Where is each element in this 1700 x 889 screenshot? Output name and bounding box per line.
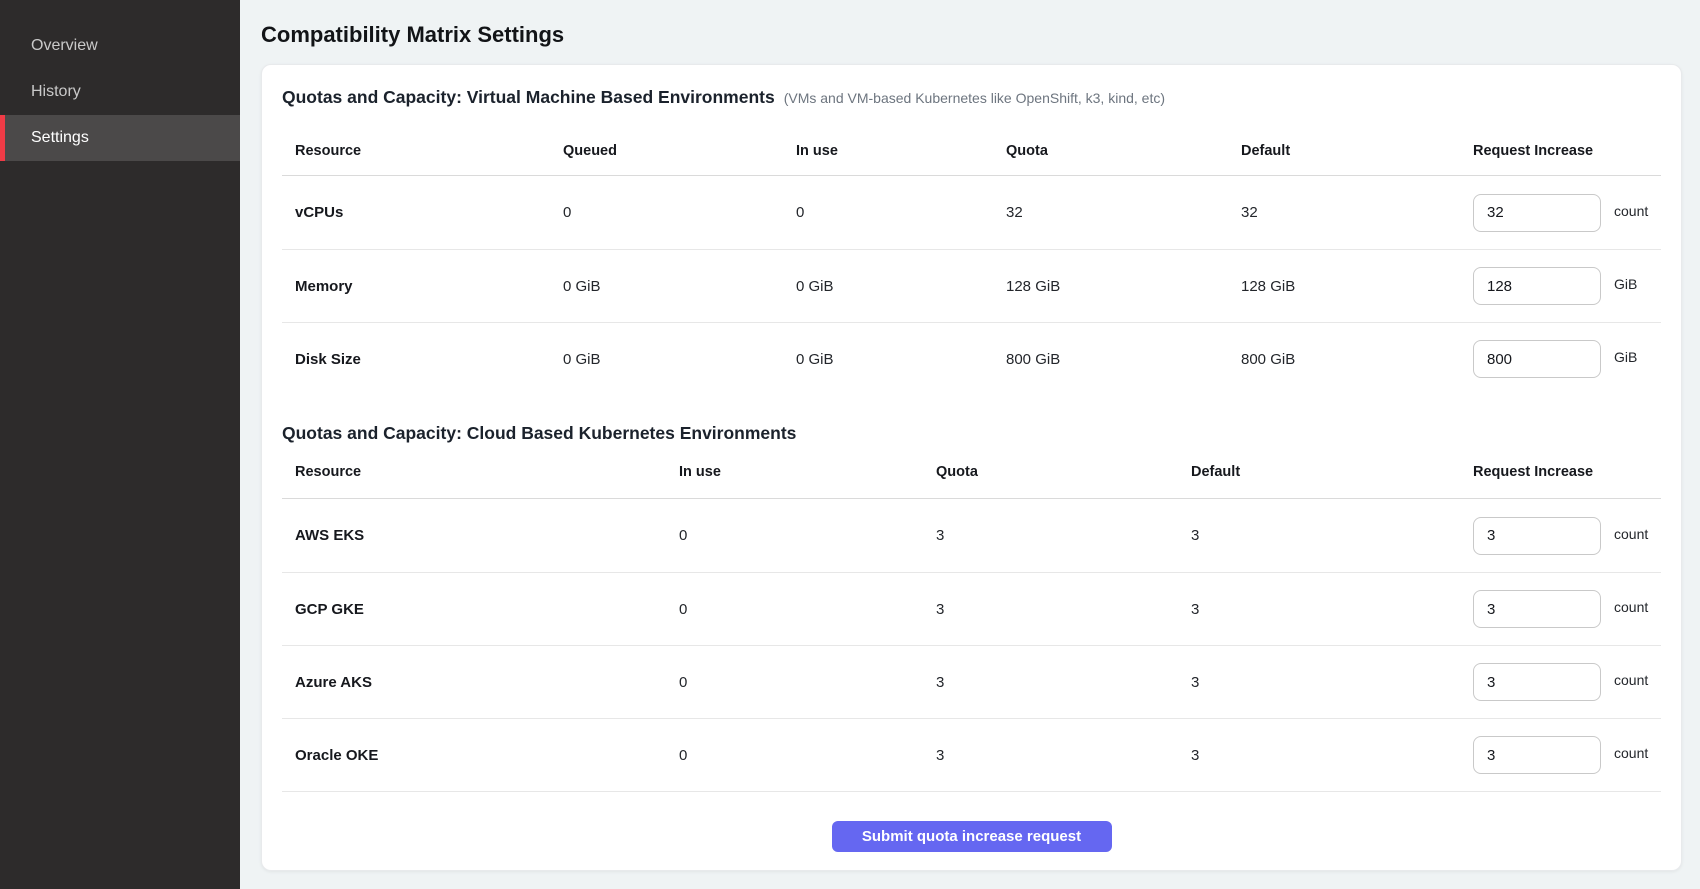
column-header-request-increase: Request Increase <box>1473 464 1661 480</box>
in-use-value: 0 <box>679 527 936 544</box>
request-increase-input[interactable] <box>1473 517 1601 555</box>
section-cloud-header: Quotas and Capacity: Cloud Based Kuberne… <box>282 423 1661 444</box>
request-increase-input[interactable] <box>1473 267 1601 305</box>
page-title: Compatibility Matrix Settings <box>261 22 1682 48</box>
unit-label: count <box>1614 203 1648 219</box>
quota-value: 128 GiB <box>1006 278 1241 295</box>
column-header-resource: Resource <box>295 464 679 480</box>
table-row: Disk Size 0 GiB 0 GiB 800 GiB 800 GiB Gi… <box>282 322 1661 395</box>
section-vm-subtitle: (VMs and VM-based Kubernetes like OpenSh… <box>784 90 1165 106</box>
table-row: Oracle OKE 0 3 3 count <box>282 718 1661 791</box>
section-vm-title: Quotas and Capacity: Virtual Machine Bas… <box>282 87 775 108</box>
queued-value: 0 GiB <box>563 351 796 368</box>
table-row: GCP GKE 0 3 3 count <box>282 572 1661 645</box>
vm-table-header: Resource Queued In use Quota Default Req… <box>282 108 1661 176</box>
quota-value: 3 <box>936 674 1191 691</box>
resource-name: GCP GKE <box>295 601 679 618</box>
request-increase-input[interactable] <box>1473 663 1601 701</box>
default-value: 128 GiB <box>1241 278 1473 295</box>
unit-label: count <box>1614 599 1648 615</box>
in-use-value: 0 GiB <box>796 278 1006 295</box>
table-row: vCPUs 0 0 32 32 count <box>282 176 1661 249</box>
request-increase-input[interactable] <box>1473 340 1601 378</box>
quota-value: 3 <box>936 527 1191 544</box>
resource-name: Memory <box>295 278 563 295</box>
section-vm-header: Quotas and Capacity: Virtual Machine Bas… <box>282 87 1661 108</box>
settings-card: Quotas and Capacity: Virtual Machine Bas… <box>261 64 1682 871</box>
quota-value: 3 <box>936 601 1191 618</box>
cloud-table-header: Resource In use Quota Default Request In… <box>282 444 1661 499</box>
quota-value: 3 <box>936 747 1191 764</box>
unit-label: GiB <box>1614 349 1637 365</box>
in-use-value: 0 <box>679 747 936 764</box>
table-row: Memory 0 GiB 0 GiB 128 GiB 128 GiB GiB <box>282 249 1661 322</box>
request-increase-input[interactable] <box>1473 736 1601 774</box>
sidebar-item-label: Overview <box>31 37 98 55</box>
column-header-default: Default <box>1241 143 1473 159</box>
sidebar: Overview History Settings <box>0 0 240 889</box>
request-increase-input[interactable] <box>1473 194 1601 232</box>
main-content: Compatibility Matrix Settings Quotas and… <box>240 0 1700 889</box>
column-header-in-use: In use <box>679 464 936 480</box>
in-use-value: 0 <box>796 204 1006 221</box>
column-header-resource: Resource <box>295 143 563 159</box>
default-value: 3 <box>1191 674 1473 691</box>
sidebar-item-label: Settings <box>31 129 89 147</box>
column-header-request-increase: Request Increase <box>1473 143 1661 159</box>
queued-value: 0 GiB <box>563 278 796 295</box>
card-footer: Submit quota increase request <box>282 791 1661 852</box>
default-value: 3 <box>1191 747 1473 764</box>
resource-name: Disk Size <box>295 351 563 368</box>
sidebar-item-history[interactable]: History <box>0 69 240 115</box>
column-header-queued: Queued <box>563 143 796 159</box>
unit-label: GiB <box>1614 276 1637 292</box>
sidebar-item-label: History <box>31 83 81 101</box>
in-use-value: 0 <box>679 601 936 618</box>
column-header-default: Default <box>1191 464 1473 480</box>
unit-label: count <box>1614 526 1648 542</box>
queued-value: 0 <box>563 204 796 221</box>
resource-name: AWS EKS <box>295 527 679 544</box>
column-header-quota: Quota <box>936 464 1191 480</box>
resource-name: Azure AKS <box>295 674 679 691</box>
unit-label: count <box>1614 672 1648 688</box>
default-value: 3 <box>1191 601 1473 618</box>
table-row: Azure AKS 0 3 3 count <box>282 645 1661 718</box>
table-row: AWS EKS 0 3 3 count <box>282 499 1661 572</box>
column-header-quota: Quota <box>1006 143 1241 159</box>
sidebar-item-settings[interactable]: Settings <box>0 115 240 161</box>
in-use-value: 0 <box>679 674 936 691</box>
default-value: 3 <box>1191 527 1473 544</box>
section-cloud-title: Quotas and Capacity: Cloud Based Kuberne… <box>282 423 796 444</box>
quota-value: 32 <box>1006 204 1241 221</box>
resource-name: Oracle OKE <box>295 747 679 764</box>
resource-name: vCPUs <box>295 204 563 221</box>
default-value: 800 GiB <box>1241 351 1473 368</box>
sidebar-item-overview[interactable]: Overview <box>0 23 240 69</box>
submit-quota-request-button[interactable]: Submit quota increase request <box>832 821 1112 852</box>
quota-value: 800 GiB <box>1006 351 1241 368</box>
default-value: 32 <box>1241 204 1473 221</box>
request-increase-input[interactable] <box>1473 590 1601 628</box>
column-header-in-use: In use <box>796 143 1006 159</box>
unit-label: count <box>1614 745 1648 761</box>
in-use-value: 0 GiB <box>796 351 1006 368</box>
